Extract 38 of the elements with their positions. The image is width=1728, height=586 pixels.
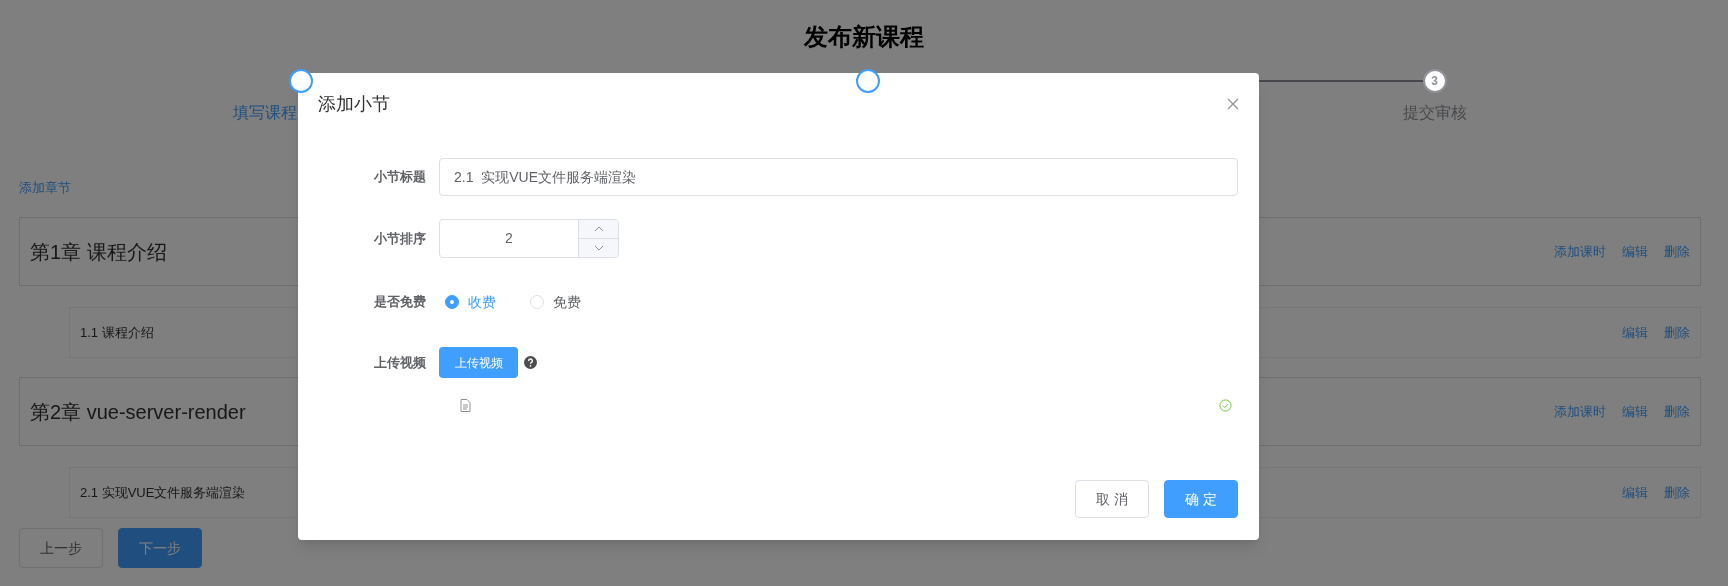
action-link[interactable]: 删除 bbox=[1664, 482, 1690, 503]
add-chapter-link[interactable]: 添加章节 bbox=[19, 179, 71, 197]
action-link[interactable]: 编辑 bbox=[1622, 322, 1648, 343]
close-icon[interactable] bbox=[1227, 98, 1239, 110]
section-title: 1.1 课程介绍 bbox=[80, 323, 154, 342]
confirm-button[interactable]: 确 定 bbox=[1164, 480, 1238, 518]
chapter-title: 第2章 vue-server-render bbox=[30, 399, 246, 425]
field-label: 上传视频 bbox=[373, 353, 427, 372]
radio-option[interactable]: 收费 bbox=[439, 291, 496, 313]
action-link[interactable]: 添加课时 bbox=[1554, 401, 1606, 422]
field-label: 小节排序 bbox=[373, 229, 427, 248]
number-value: 2 bbox=[504, 229, 514, 248]
help-icon bbox=[524, 356, 537, 369]
upload-button[interactable]: 上传视频 bbox=[439, 347, 518, 378]
chevron-up-icon bbox=[593, 226, 604, 232]
cancel-button[interactable]: 取 消 bbox=[1075, 480, 1149, 518]
action-link[interactable]: 编辑 bbox=[1622, 482, 1648, 503]
step-label: 填写课程 bbox=[232, 103, 297, 123]
field-label: 是否免费 bbox=[373, 293, 427, 312]
next-button[interactable]: 下一步 bbox=[118, 528, 202, 568]
action-link[interactable]: 删除 bbox=[1664, 241, 1690, 262]
radio-button[interactable] bbox=[445, 295, 459, 309]
dialog-title: 添加小节 bbox=[318, 93, 390, 115]
field-label: 小节标题 bbox=[373, 168, 427, 187]
section-title: 2.1 实现VUE文件服务端渲染 bbox=[80, 483, 246, 502]
action-link[interactable]: 编辑 bbox=[1622, 401, 1648, 422]
action-link[interactable]: 添加课时 bbox=[1554, 241, 1606, 262]
action-link[interactable]: 删除 bbox=[1664, 401, 1690, 422]
action-link[interactable]: 编辑 bbox=[1622, 241, 1648, 262]
page-title: 发布新课程 bbox=[802, 22, 925, 52]
action-link[interactable]: 删除 bbox=[1664, 322, 1690, 343]
radio-option[interactable]: 免费 bbox=[524, 291, 581, 313]
chapter-title: 第1章 课程介绍 bbox=[30, 239, 167, 265]
number-stepper-field[interactable]: 2 bbox=[439, 219, 619, 258]
chevron-down-icon bbox=[593, 245, 604, 251]
previous-button[interactable]: 上一步 bbox=[19, 528, 103, 568]
document-icon bbox=[460, 398, 471, 412]
title-input-field[interactable]: 2.1 实现VUE文件服务端渲染 bbox=[439, 158, 1238, 196]
